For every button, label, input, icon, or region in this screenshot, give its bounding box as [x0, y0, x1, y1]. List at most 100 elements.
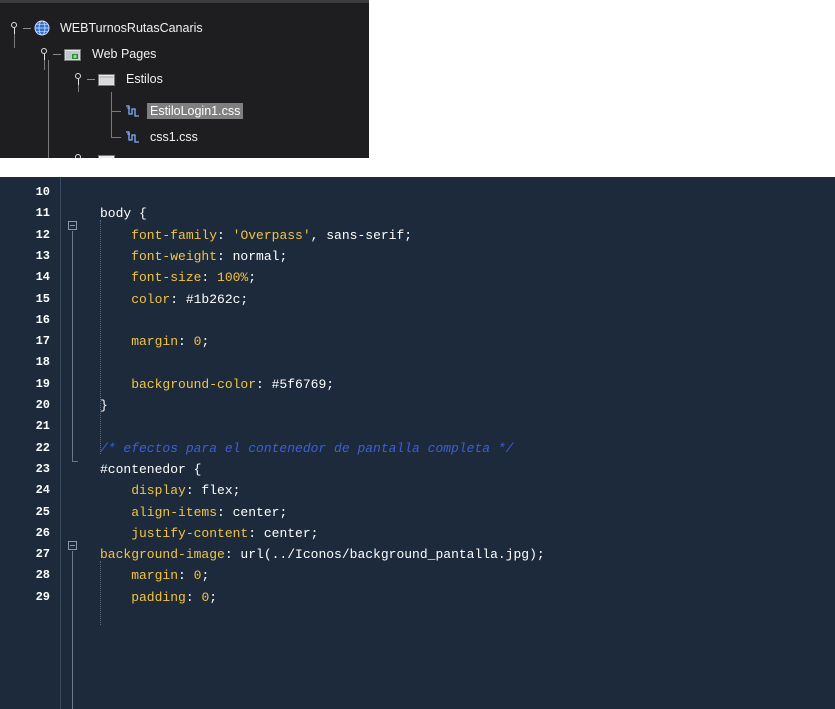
code-line[interactable]: 29 padding: 0; [0, 587, 835, 608]
line-number: 22 [35, 440, 50, 455]
code-token: display [100, 483, 186, 499]
code-line[interactable]: 28 margin: 0; [0, 565, 835, 586]
code-text: display: flex; [100, 480, 240, 501]
tree-connector [111, 137, 121, 138]
tree-connector [48, 60, 49, 158]
line-number: 28 [35, 568, 50, 583]
line-number: 15 [35, 291, 50, 306]
code-token: : [178, 568, 194, 584]
code-token: body { [100, 206, 147, 222]
tree-item-label: Estilos [126, 72, 163, 86]
tree-item-label: EstiloLogin1.css [147, 103, 244, 119]
line-number: 21 [35, 419, 50, 434]
tree-connector [23, 27, 31, 29]
code-token: 100% [217, 270, 249, 286]
code-line[interactable]: 22 /* efectos para el contenedor de panta… [0, 438, 835, 459]
code-line[interactable]: 16 [0, 310, 835, 331]
tree-item-web-pages[interactable]: Web Pages [40, 44, 159, 64]
folder-icon [98, 154, 115, 158]
code-token: ; [209, 589, 218, 605]
code-text: background-image: url(../Iconos/backgrou… [100, 544, 545, 565]
line-number: 26 [35, 525, 50, 540]
project-tree-panel: WEBTurnosRutasCanaris Web Pages Estilos … [0, 0, 369, 158]
code-token: : #5f6769; [256, 376, 335, 392]
code-line[interactable]: 23 #contenedor { [0, 459, 835, 480]
code-text: } [100, 395, 108, 416]
tree-item-project[interactable]: WEBTurnosRutasCanaris [10, 18, 206, 38]
line-number: 10 [35, 185, 50, 199]
code-token: 'Overpass' [232, 227, 311, 243]
code-line[interactable]: 21 [0, 416, 835, 437]
line-number: 19 [35, 376, 50, 391]
tree-item-estilos[interactable]: Estilos [74, 69, 166, 89]
code-token: } [100, 398, 108, 413]
line-number: 17 [35, 334, 50, 349]
tree-item-css1-css[interactable]: css1.css [125, 127, 201, 147]
code-line[interactable]: 15 color: #1b262c; [0, 289, 835, 310]
tree-item-estilologin1-css[interactable]: EstiloLogin1.css [125, 101, 244, 121]
line-number: 13 [35, 248, 50, 263]
tree-item-label: css1.css [150, 130, 198, 144]
code-token: : flex; [185, 483, 241, 499]
code-token: align-items [100, 504, 218, 520]
web-folder-icon [64, 48, 81, 61]
line-number: 23 [35, 461, 50, 476]
code-text: padding: 0; [100, 587, 217, 608]
code-line[interactable]: 13 font-weight: normal; [0, 246, 835, 267]
folder-icon [98, 73, 115, 86]
code-line[interactable]: 26 justify-content: center; [0, 523, 835, 544]
css-file-icon [126, 131, 139, 143]
code-text: font-weight: normal; [100, 246, 287, 267]
code-token: : normal; [217, 248, 288, 264]
code-token: color [100, 291, 171, 307]
code-text: background-color: #5f6769; [100, 374, 334, 395]
expand-toggle-icon[interactable] [10, 22, 20, 34]
code-token: ; [248, 270, 257, 286]
code-line[interactable]: 27 background-image: url(../Iconos/backgr… [0, 544, 835, 565]
code-line[interactable]: 19 background-color: #5f6769; [0, 374, 835, 395]
code-text: /* efectos para el contenedor de pantall… [100, 438, 513, 459]
code-token: justify-content [100, 525, 249, 541]
code-token: ; [201, 568, 210, 584]
expand-toggle-icon[interactable] [40, 48, 50, 60]
code-token: : [217, 227, 233, 243]
code-token: margin [100, 568, 179, 584]
code-line[interactable]: 24 display: flex; [0, 480, 835, 501]
code-text: margin: 0; [100, 331, 209, 352]
code-token: #contenedor { [100, 461, 202, 477]
code-line[interactable]: 20} [0, 395, 835, 416]
code-token: : #1b262c; [170, 291, 249, 307]
code-editor[interactable]: 10 11 body { 12 font-family: 'Overpass', sa… [0, 177, 835, 709]
code-token: padding [100, 589, 186, 605]
code-text: margin: 0; [100, 565, 209, 586]
code-line[interactable]: 18 [0, 352, 835, 373]
code-text: font-family: 'Overpass', sans-serif; [100, 225, 412, 246]
code-text: color: #1b262c; [100, 289, 248, 310]
line-number: 20 [35, 398, 50, 412]
code-token: background-color [100, 376, 257, 392]
code-token: : url(../Iconos/background_pantalla.jpg)… [224, 547, 545, 563]
code-token: ; [201, 334, 210, 350]
line-number: 14 [35, 270, 50, 285]
line-number: 12 [35, 227, 50, 242]
code-text: #contenedor { [100, 459, 201, 480]
panel-border [0, 0, 369, 3]
expand-toggle-icon[interactable] [74, 73, 84, 85]
code-token: : center; [217, 504, 288, 520]
code-token: : [185, 589, 202, 605]
code-line[interactable]: 12 font-family: 'Overpass', sans-serif; [0, 225, 835, 246]
code-line[interactable]: 10 [0, 182, 835, 203]
tree-connector [111, 92, 112, 138]
line-number: 11 [35, 206, 50, 221]
line-number: 25 [35, 504, 50, 519]
code-token: : [201, 270, 218, 286]
tree-item-partial [74, 150, 123, 158]
code-token: font-family [100, 227, 218, 243]
code-line[interactable]: 14 font-size: 100%; [0, 267, 835, 288]
code-token: font-weight [100, 248, 218, 264]
code-line[interactable]: 11 body { [0, 203, 835, 224]
globe-project-icon [34, 20, 50, 36]
code-line[interactable]: 25 align-items: center; [0, 502, 835, 523]
code-token: , sans-serif; [310, 227, 413, 243]
code-line[interactable]: 17 margin: 0; [0, 331, 835, 352]
